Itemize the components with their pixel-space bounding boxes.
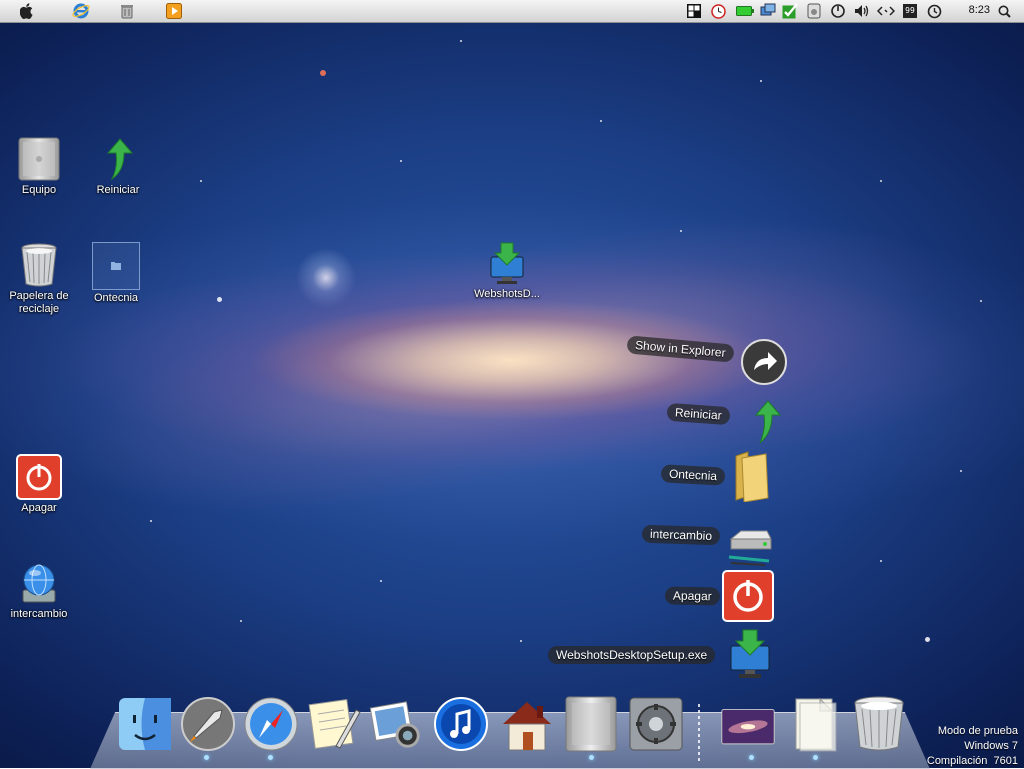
desktop-icon-intercambio[interactable]: intercambio: [0, 560, 79, 621]
running-indicator: [749, 755, 754, 760]
star: [520, 640, 522, 642]
network-drive-icon[interactable]: [724, 516, 776, 568]
desktop-wallpaper[interactable]: [0, 0, 1024, 768]
desktop-icon-label: intercambio: [10, 608, 68, 620]
media-player-icon[interactable]: [164, 2, 184, 20]
green-arrow-icon: [94, 136, 142, 182]
star: [217, 297, 222, 302]
desktop-icon-label: Equipo: [21, 184, 57, 196]
internet-explorer-icon[interactable]: [70, 2, 92, 20]
running-indicator: [268, 755, 273, 760]
network-globe-icon: [15, 560, 63, 606]
desktop-icon-webshots[interactable]: WebshotsD...: [467, 240, 547, 301]
desktop-icon-ontecnia[interactable]: Ontecnia: [76, 242, 156, 305]
calendar-number: 99: [903, 4, 917, 18]
home-icon[interactable]: [499, 695, 555, 753]
stack-label[interactable]: intercambio: [641, 524, 721, 546]
star: [400, 160, 402, 162]
code-icon[interactable]: [877, 3, 895, 19]
safari-icon[interactable]: [243, 695, 299, 753]
download-monitor-icon[interactable]: [724, 628, 776, 680]
menu-bar: 99 8:23: [0, 0, 1024, 23]
mac-pro-icon[interactable]: [563, 695, 619, 753]
desktop-icon-label: Apagar: [21, 502, 57, 514]
desktop-icon-label: Papelera de reciclaje: [9, 290, 69, 315]
documents-stack-icon[interactable]: [787, 695, 843, 753]
launchpad-icon[interactable]: [180, 695, 236, 753]
computer-tower-icon: [15, 136, 63, 182]
folder-icon: [92, 242, 140, 290]
folder-icon[interactable]: [724, 450, 776, 502]
star: [150, 520, 152, 522]
history-icon[interactable]: [926, 3, 942, 19]
finder-icon[interactable]: [117, 695, 173, 753]
stack-label[interactable]: WebshotsDesktopSetup.exe: [548, 646, 716, 664]
star: [200, 180, 202, 182]
test-mode-watermark: Modo de prueba Windows 7 Compilación 760…: [927, 724, 1018, 769]
star: [380, 580, 382, 582]
calendar-icon[interactable]: 99: [902, 3, 918, 19]
star: [240, 620, 242, 622]
star: [880, 180, 882, 182]
stack-label[interactable]: Apagar: [664, 586, 720, 606]
trash-icon[interactable]: [851, 695, 907, 753]
share-arrow-icon[interactable]: [738, 336, 790, 388]
watermark-line: Compilación 7601: [926, 755, 1018, 767]
trash-icon[interactable]: [118, 2, 136, 20]
star: [960, 470, 962, 472]
star: [600, 120, 602, 122]
power-icon: [15, 454, 63, 500]
watermark-line: Modo de prueba: [937, 725, 1018, 737]
download-monitor-icon: [483, 240, 531, 286]
desktop-icon-equipo[interactable]: Equipo: [0, 136, 79, 197]
apple-icon[interactable]: [16, 2, 38, 20]
star: [680, 230, 682, 232]
running-indicator: [589, 755, 594, 760]
power-icon[interactable]: [830, 3, 846, 19]
desktop-icon-papelera[interactable]: Papelera de reciclaje: [0, 242, 79, 316]
desktop-icon-label: WebshotsD...: [474, 288, 540, 300]
spotlight-search-icon[interactable]: [996, 3, 1012, 19]
star: [760, 80, 762, 82]
battery-icon[interactable]: [736, 3, 754, 19]
star: [880, 560, 882, 562]
galaxy-glow: [45, 158, 975, 572]
menubar-clock[interactable]: 8:23: [969, 4, 990, 16]
dock-separator: [698, 704, 700, 762]
desktop-icon-label: Reiniciar: [96, 184, 140, 196]
network-icon[interactable]: [760, 3, 776, 19]
volume-icon[interactable]: [854, 3, 870, 19]
watermark-line: Windows 7: [964, 740, 1018, 752]
stack-label[interactable]: Ontecnia: [660, 464, 726, 486]
star: [460, 40, 462, 42]
grid-icon[interactable]: [686, 3, 702, 19]
desktop-icon-apagar[interactable]: Apagar: [0, 454, 79, 515]
itunes-icon[interactable]: [433, 695, 489, 753]
star: [320, 70, 326, 76]
green-arrow-icon[interactable]: [740, 396, 792, 448]
notes-icon[interactable]: [306, 695, 362, 753]
recycle-bin-icon: [15, 242, 63, 288]
desktop-stack-icon[interactable]: [720, 695, 776, 753]
clock-icon[interactable]: [710, 3, 726, 19]
running-indicator: [204, 755, 209, 760]
star: [980, 300, 982, 302]
desktop-icon-reiniciar[interactable]: Reiniciar: [78, 136, 158, 197]
device-icon[interactable]: [806, 3, 822, 19]
desktop-icon-label: Ontecnia: [93, 292, 139, 304]
checkmark-icon[interactable]: [782, 3, 798, 19]
star: [925, 637, 930, 642]
power-icon[interactable]: [722, 570, 774, 622]
running-indicator: [813, 755, 818, 760]
system-preferences-icon[interactable]: [628, 695, 684, 753]
photo-icon[interactable]: [369, 695, 425, 753]
